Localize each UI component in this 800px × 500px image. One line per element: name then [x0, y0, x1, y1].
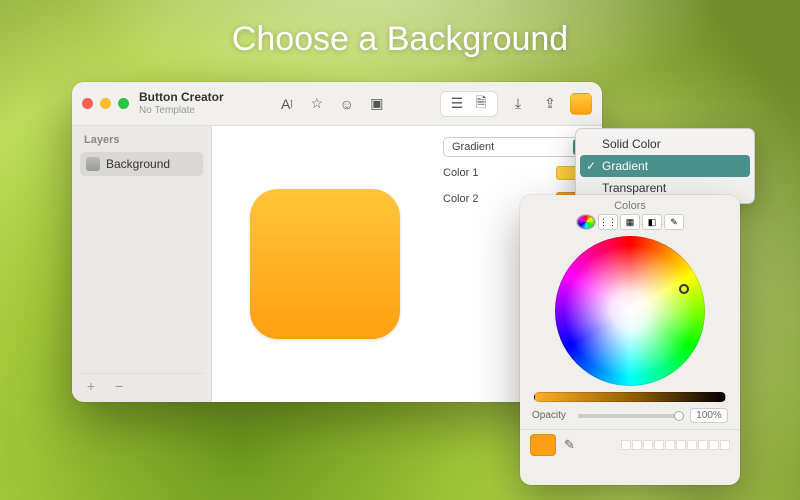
- color-palettes-tab-icon[interactable]: ▦: [620, 214, 640, 230]
- layers-heading: Layers: [80, 134, 203, 146]
- opacity-label: Opacity: [532, 410, 572, 421]
- zoom-window-button[interactable]: [118, 98, 129, 109]
- color-wheel[interactable]: [555, 236, 705, 386]
- current-color-well[interactable]: [530, 434, 556, 456]
- color-wheel-tab-icon[interactable]: [576, 214, 596, 230]
- image-icon[interactable]: ▣: [365, 92, 389, 116]
- opacity-slider[interactable]: [578, 414, 684, 418]
- layers-sidebar: Layers Background + −: [72, 126, 212, 402]
- document-icon[interactable]: 🗎: [469, 92, 493, 116]
- color-picker-window: Colors ⋮⋮ ▦ ◧ ✎ Opacity 100% ✎: [520, 195, 740, 485]
- toolbar-right: ☰ 🗎 ⤓ ⇪: [440, 91, 592, 117]
- brightness-slider[interactable]: [534, 392, 726, 402]
- share-icon[interactable]: ⇪: [538, 92, 562, 116]
- close-window-button[interactable]: [82, 98, 93, 109]
- hero-title: Choose a Background: [0, 20, 800, 59]
- text-style-icon[interactable]: A]: [275, 92, 299, 116]
- favorite-icon[interactable]: ☆: [305, 92, 329, 116]
- layer-thumbnail-icon: [86, 157, 100, 171]
- titlebar: Button Creator No Template A] ☆ ☺ ▣ ☰ 🗎 …: [72, 82, 602, 126]
- color1-label: Color 1: [443, 167, 491, 179]
- layer-label: Background: [106, 157, 170, 171]
- sidebar-footer: + −: [80, 373, 203, 396]
- fill-type-select[interactable]: Gradient ▲▼: [443, 137, 592, 157]
- button-preview[interactable]: [250, 189, 400, 339]
- color-image-tab-icon[interactable]: ◧: [642, 214, 662, 230]
- color-picker-title: Colors: [520, 195, 740, 214]
- opacity-value-field[interactable]: 100%: [690, 408, 728, 423]
- menu-item-gradient[interactable]: Gradient: [580, 155, 750, 177]
- window-controls: [82, 98, 129, 109]
- title-block: Button Creator No Template: [139, 91, 224, 115]
- fill-type-value: Gradient: [452, 141, 494, 153]
- export-icon[interactable]: ⤓: [506, 92, 530, 116]
- current-color-swatch[interactable]: [570, 93, 592, 115]
- add-layer-button[interactable]: +: [82, 378, 100, 394]
- color-swatch-wells[interactable]: [621, 440, 730, 450]
- opacity-slider-thumb[interactable]: [674, 411, 684, 421]
- toolbar-center: A] ☆ ☺ ▣: [224, 92, 440, 116]
- menu-item-solid-color[interactable]: Solid Color: [580, 133, 750, 155]
- window-title: Button Creator: [139, 91, 224, 104]
- layer-row-background[interactable]: Background: [80, 152, 203, 176]
- toolbar-pill: ☰ 🗎: [440, 91, 498, 117]
- layers-icon[interactable]: ☰: [445, 92, 469, 116]
- color-wheel-cursor-icon[interactable]: [679, 284, 689, 294]
- color-sliders-tab-icon[interactable]: ⋮⋮: [598, 214, 618, 230]
- color2-label: Color 2: [443, 193, 491, 205]
- preview-area: [212, 126, 437, 402]
- eyedropper-icon[interactable]: ✎: [564, 437, 575, 453]
- color-picker-tabs: ⋮⋮ ▦ ◧ ✎: [520, 214, 740, 236]
- color-pencils-tab-icon[interactable]: ✎: [664, 214, 684, 230]
- minimize-window-button[interactable]: [100, 98, 111, 109]
- emoji-icon[interactable]: ☺: [335, 92, 359, 116]
- remove-layer-button[interactable]: −: [110, 378, 128, 394]
- fill-type-menu: Solid Color Gradient Transparent: [575, 128, 755, 204]
- color-picker-footer: ✎: [520, 429, 740, 464]
- window-subtitle: No Template: [139, 105, 224, 116]
